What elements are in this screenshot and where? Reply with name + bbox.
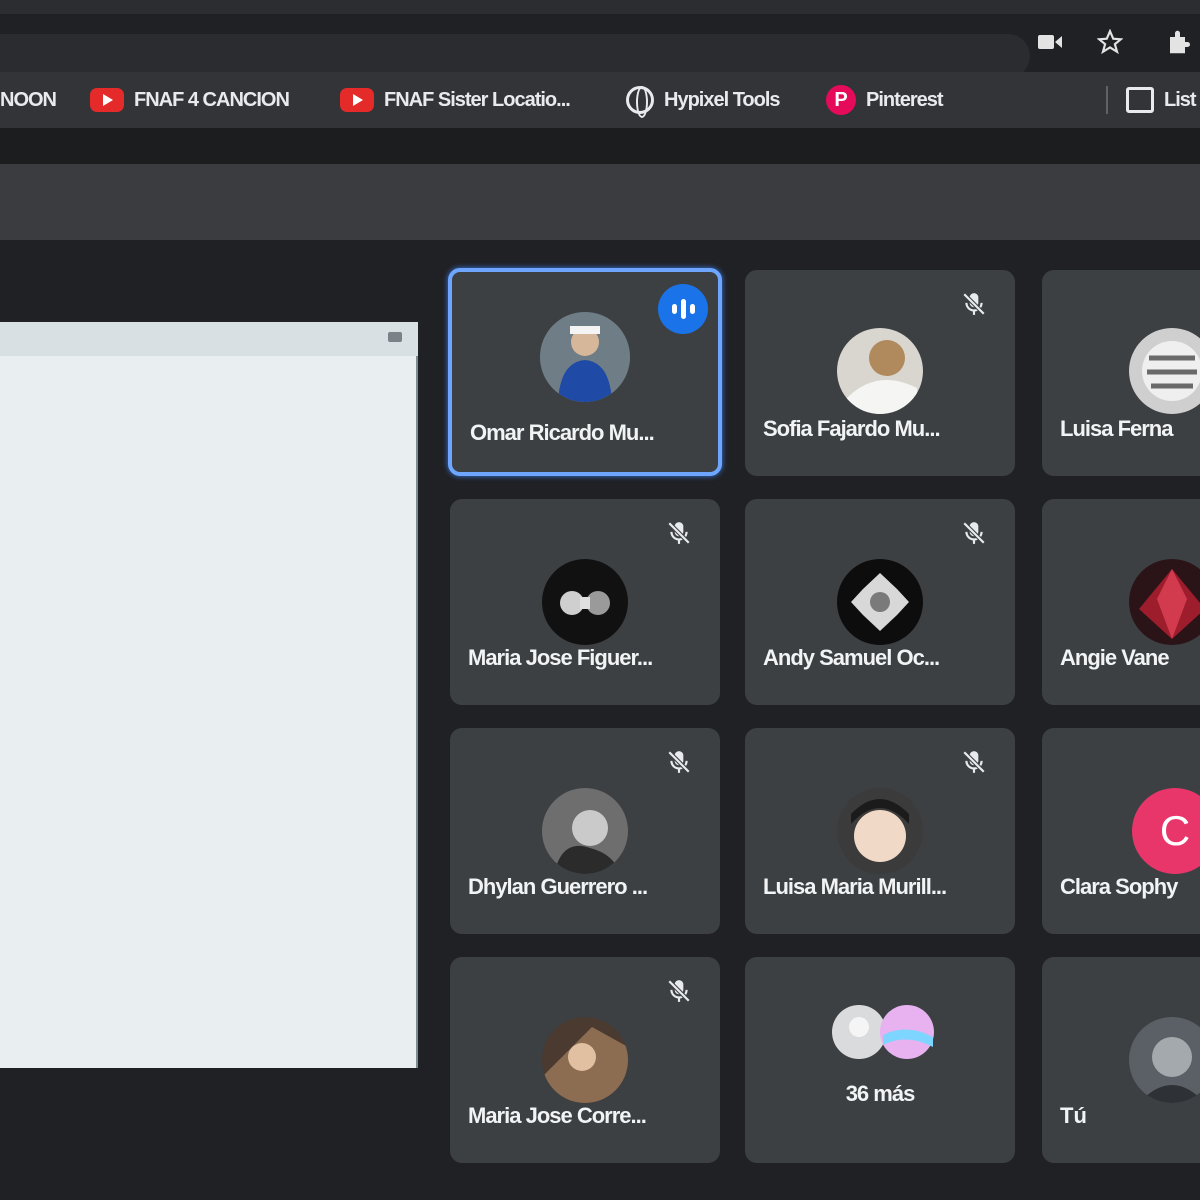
reading-list-icon [1126,87,1154,113]
star-icon[interactable] [1094,26,1126,58]
participant-tile[interactable]: Sofia Fajardo Mu... [745,270,1015,476]
participant-tile[interactable]: Maria Jose Figuer... [450,499,720,705]
camera-icon[interactable] [1034,26,1066,58]
bookmark-hypixel[interactable]: Hypixel Tools [626,84,781,118]
avatar: C [1132,788,1200,874]
participant-tile[interactable]: Maria Jose Corre... [450,957,720,1163]
mic-off-icon [962,521,986,545]
bookmarks-divider [1106,86,1108,114]
participant-name: Clara Sophy [1060,874,1178,899]
participant-tile[interactable]: Omar Ricardo Mu... [448,268,722,476]
participant-name: Luisa Maria Murill... [763,874,947,899]
mic-off-icon [667,521,691,545]
avatar [542,559,628,645]
avatar [837,559,923,645]
participant-name: Maria Jose Corre... [468,1103,647,1128]
reading-list-button[interactable]: List [1126,84,1197,116]
avatar [1129,1017,1200,1103]
window-top-strip [0,0,1200,14]
bookmark-label: Hypixel Tools [664,88,781,111]
avatar [542,1017,628,1103]
window-control-icon[interactable] [388,332,402,342]
bookmark-label: Pinterest [866,88,944,111]
participant-name: Andy Samuel Oc... [763,645,940,670]
participant-name: Omar Ricardo Mu... [470,420,655,445]
participant-name: Dhylan Guerrero ... [468,874,648,899]
youtube-icon [340,88,374,112]
participant-tile[interactable]: Dhylan Guerrero ... [450,728,720,934]
bookmark-fnaf4[interactable]: FNAF 4 CANCION [90,84,290,116]
avatar [540,312,630,402]
more-participants-avatars [832,1005,934,1059]
youtube-icon [90,88,124,112]
bookmark-label: FNAF 4 CANCION [134,88,290,111]
avatar [837,788,923,874]
avatar [1129,559,1200,645]
mic-off-icon [667,750,691,774]
avatar [1129,328,1200,414]
pinterest-icon: P [826,85,856,115]
more-participants-tile[interactable]: 36 más [745,957,1015,1163]
participant-tile[interactable]: Luisa Maria Murill... [745,728,1015,934]
address-toolbar [0,14,1200,78]
participant-name: Angie Vane [1060,645,1170,670]
more-participants-label: 36 más [845,1081,916,1106]
bookmark-fnaf-sister[interactable]: FNAF Sister Locatio... [340,84,571,116]
mic-off-icon [962,292,986,316]
mic-off-icon [962,750,986,774]
participant-tile[interactable]: Luisa Ferna [1042,270,1200,476]
bookmark-label: NOON [0,88,57,111]
speaking-indicator-icon [658,284,708,334]
self-tile[interactable]: Tú [1042,957,1200,1163]
extensions-icon[interactable] [1164,26,1196,58]
mic-off-icon [667,979,691,1003]
participant-tile[interactable]: Andy Samuel Oc... [745,499,1015,705]
bookmark-label: FNAF Sister Locatio... [384,88,571,111]
avatar [542,788,628,874]
presentation-screen[interactable] [0,322,418,1068]
participant-tile[interactable]: C Clara Sophy [1042,728,1200,934]
bookmark-noon[interactable]: NOON [0,84,57,116]
participant-name: Luisa Ferna [1060,416,1173,441]
participant-name: Sofia Fajardo Mu... [763,416,941,441]
participant-name: Maria Jose Figuer... [468,645,653,670]
bookmark-pinterest[interactable]: P Pinterest [826,84,944,116]
avatar [837,328,923,414]
bookmark-label: List [1164,88,1197,111]
toolbar-gap [0,128,1200,164]
participant-tile[interactable]: Angie Vane [1042,499,1200,705]
self-label: Tú [1060,1103,1087,1128]
meet-header [0,164,1200,240]
globe-icon [626,86,654,118]
presentation-titlebar [0,322,418,356]
